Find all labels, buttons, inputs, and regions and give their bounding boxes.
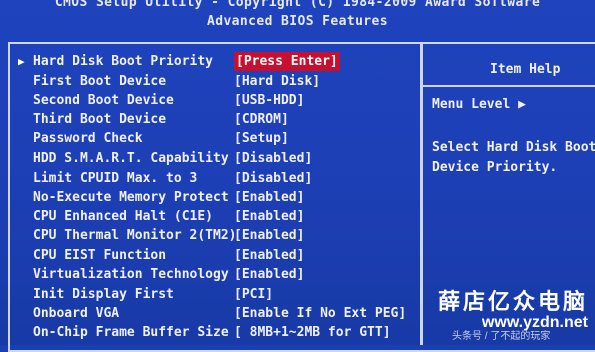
setting-row[interactable]: Second Boot Device [USB-HDD]	[0, 91, 420, 110]
bios-header: CMOS Setup Utility - Copyright (C) 1984-…	[0, 0, 595, 38]
menu-level: Menu Level ▶	[432, 97, 526, 112]
setting-label: Onboard VGA	[33, 306, 120, 321]
setting-value[interactable]: [Enabled]	[234, 188, 304, 207]
setting-label: First Boot Device	[33, 74, 167, 89]
setting-value[interactable]: [ 8MB+1~2MB for GTT]	[234, 323, 391, 342]
setting-value[interactable]: [Enabled]	[234, 246, 304, 265]
setting-row[interactable]: HDD S.M.A.R.T. Capability [Disabled]	[0, 149, 420, 168]
setting-value[interactable]: [Enabled]	[234, 265, 304, 284]
setting-value[interactable]: [Enabled]	[234, 226, 304, 245]
setting-value[interactable]: [Enable If No Ext PEG]	[234, 304, 406, 323]
setting-label: CPU Enhanced Halt (C1E)	[33, 209, 214, 224]
setting-label: Limit CPUID Max. to 3	[33, 171, 198, 186]
setting-label: CPU Thermal Monitor 2(TM2)	[33, 228, 237, 243]
setting-label: On-Chip Frame Buffer Size	[33, 325, 229, 340]
page-title: Advanced BIOS Features	[207, 14, 388, 29]
setting-row[interactable]: First Boot Device [Hard Disk]	[0, 72, 420, 91]
help-description: Select Hard Disk Boot Device Priority.	[432, 140, 595, 175]
setting-value[interactable]: [PCI]	[234, 285, 273, 304]
setting-row[interactable]: Limit CPUID Max. to 3 [Disabled]	[0, 169, 420, 188]
setting-value[interactable]: [Press Enter]	[234, 52, 340, 71]
setting-row[interactable]: Password Check [Setup]	[0, 129, 420, 148]
setting-row[interactable]: No-Execute Memory Protect [Enabled]	[0, 188, 420, 207]
submenu-arrow-icon: ▶	[18, 55, 25, 68]
setting-value[interactable]: [USB-HDD]	[234, 91, 304, 110]
setting-row[interactable]: Onboard VGA [Enable If No Ext PEG]	[0, 304, 420, 323]
setting-label: CPU EIST Function	[33, 248, 167, 263]
setting-label: HDD S.M.A.R.T. Capability	[33, 151, 229, 166]
setting-row[interactable]: Third Boot Device [CDROM]	[0, 110, 420, 129]
setting-value[interactable]: [CDROM]	[234, 110, 289, 129]
setting-value[interactable]: [Disabled]	[234, 169, 312, 188]
header-title: CMOS Setup Utility - Copyright (C) 1984-…	[54, 0, 541, 10]
bios-screen: CMOS Setup Utility - Copyright (C) 1984-…	[0, 0, 595, 352]
setting-row[interactable]: CPU Thermal Monitor 2(TM2) [Enabled]	[0, 226, 420, 245]
setting-value[interactable]: [Hard Disk]	[234, 72, 320, 91]
help-separator	[423, 85, 595, 87]
setting-row[interactable]: ▶ Hard Disk Boot Priority [Press Enter]	[0, 52, 420, 71]
item-help-title: Item Help	[490, 62, 561, 77]
setting-label: Hard Disk Boot Priority	[33, 54, 214, 69]
setting-label: Password Check	[33, 131, 143, 146]
setting-row[interactable]: On-Chip Frame Buffer Size [ 8MB+1~2MB for…	[0, 323, 420, 342]
setting-row[interactable]: Init Display First [PCI]	[0, 285, 420, 304]
setting-label: Init Display First	[33, 287, 174, 302]
setting-value[interactable]: [Setup]	[234, 129, 289, 148]
watermark: 薛店亿众电脑 www.yzdn.net	[398, 284, 588, 332]
setting-label: Second Boot Device	[33, 93, 174, 108]
watermark-small: 头条号 / 了不起的玩家	[452, 331, 551, 342]
setting-value[interactable]: [Enabled]	[234, 207, 304, 226]
setting-row[interactable]: Virtualization Technology [Enabled]	[0, 265, 420, 284]
watermark-chinese: 薛店亿众电脑	[437, 289, 588, 315]
setting-label: Virtualization Technology	[33, 267, 229, 282]
setting-row[interactable]: CPU Enhanced Halt (C1E) [Enabled]	[0, 207, 420, 226]
setting-value[interactable]: [Disabled]	[234, 149, 312, 168]
setting-row[interactable]: CPU EIST Function [Enabled]	[0, 246, 420, 265]
setting-label: No-Execute Memory Protect	[33, 190, 229, 205]
setting-label: Third Boot Device	[33, 112, 167, 127]
